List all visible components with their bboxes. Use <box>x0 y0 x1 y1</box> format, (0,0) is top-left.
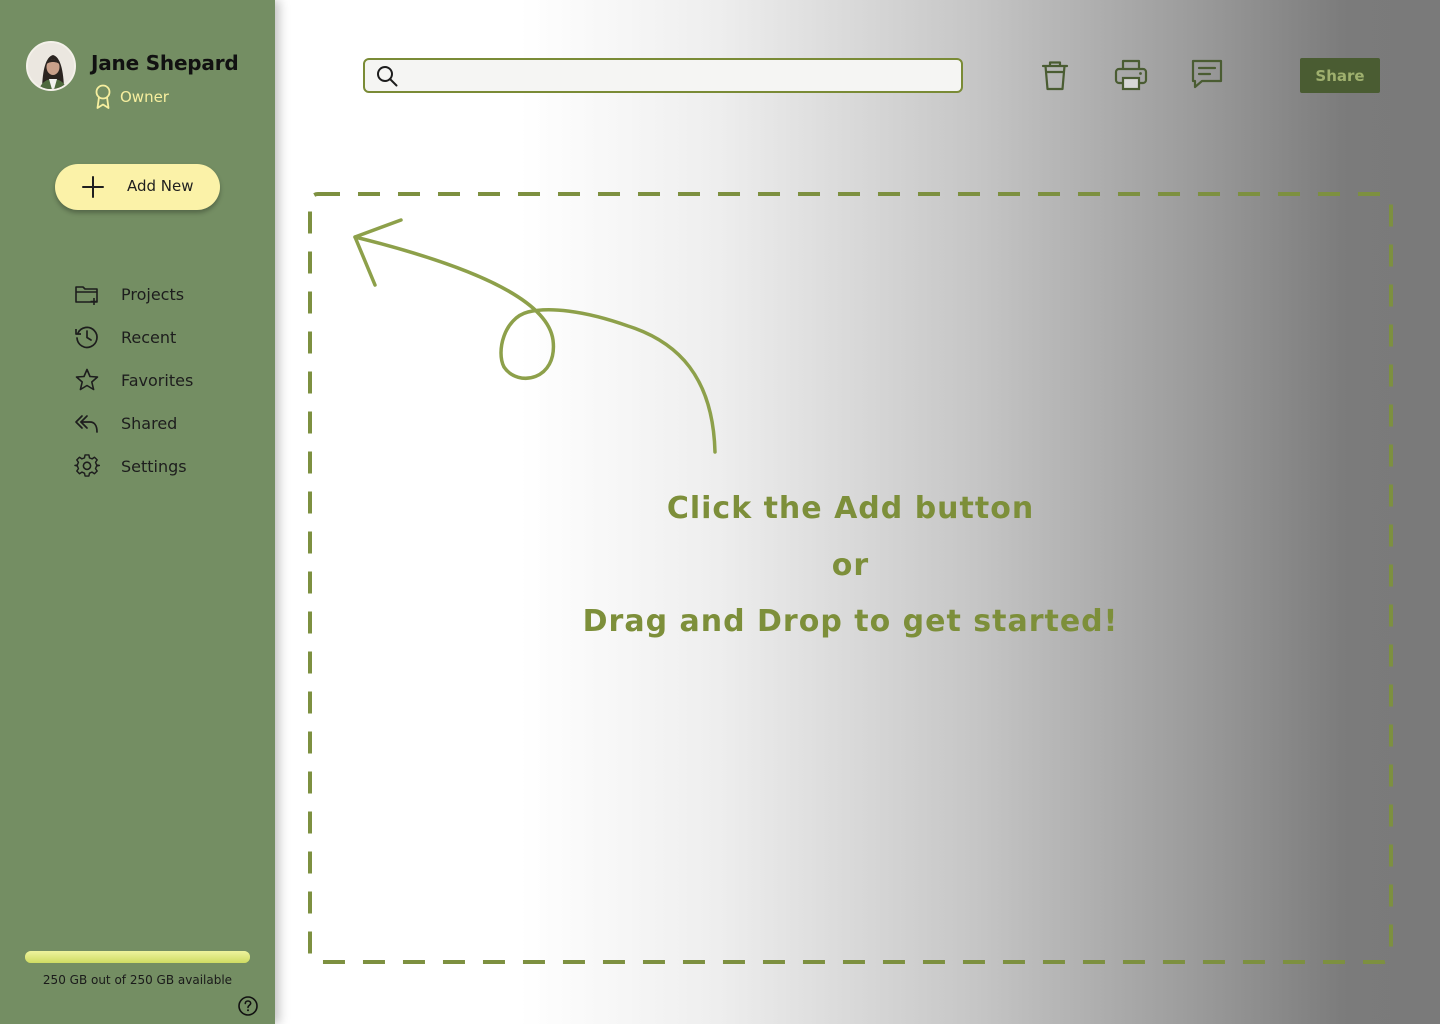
gear-icon <box>74 453 100 479</box>
sidebar-item-label: Recent <box>121 327 177 347</box>
add-new-label: Add New <box>127 177 194 195</box>
sidebar-item-label: Projects <box>121 284 185 304</box>
sidebar-item-label: Settings <box>121 456 187 476</box>
add-new-button[interactable]: Add New <box>55 164 220 210</box>
search-input[interactable] <box>405 62 955 89</box>
folder-plus-icon <box>74 281 100 307</box>
search-bar[interactable] <box>363 58 963 93</box>
sidebar-item-label: Shared <box>121 413 178 433</box>
drop-zone-instruction: Drag and Drop to get started! <box>582 604 1119 639</box>
reply-all-icon <box>74 410 100 436</box>
sidebar-item-label: Favorites <box>121 370 194 390</box>
drop-zone[interactable]: Click the Add button or Drag and Drop to… <box>308 192 1393 964</box>
sidebar-item-shared[interactable]: Shared <box>74 410 244 436</box>
avatar[interactable] <box>26 41 76 91</box>
drop-zone-instruction: Click the Add button <box>666 491 1035 526</box>
search-icon[interactable] <box>375 64 399 88</box>
sidebar-nav: Projects Recent Favorites Shared Setting… <box>74 281 244 496</box>
sidebar: Jane Shepard Owner Add New Projects Rece… <box>0 0 275 1024</box>
storage-progress-bar <box>25 951 250 963</box>
star-icon <box>74 367 100 393</box>
storage-progress-fill <box>25 951 250 963</box>
printer-icon[interactable] <box>1114 58 1148 92</box>
curved-arrow-icon <box>353 218 717 454</box>
main-area: Share Click the Add button or Drag and D… <box>275 0 1440 1024</box>
sidebar-item-settings[interactable]: Settings <box>74 453 244 479</box>
help-icon[interactable] <box>237 995 259 1017</box>
share-button[interactable]: Share <box>1300 58 1380 93</box>
award-icon <box>94 84 112 110</box>
history-icon <box>74 324 100 350</box>
plus-icon <box>82 176 104 198</box>
role-label: Owner <box>120 88 169 106</box>
sidebar-item-recent[interactable]: Recent <box>74 324 244 350</box>
drop-zone-instruction: or <box>831 548 870 583</box>
user-role: Owner <box>94 84 169 110</box>
trash-icon[interactable] <box>1038 58 1072 92</box>
sidebar-item-favorites[interactable]: Favorites <box>74 367 244 393</box>
avatar-image <box>28 43 74 89</box>
user-name: Jane Shepard <box>91 51 239 75</box>
storage-text: 250 GB out of 250 GB available <box>42 973 233 987</box>
sidebar-item-projects[interactable]: Projects <box>74 281 244 307</box>
comment-icon[interactable] <box>1190 58 1224 92</box>
